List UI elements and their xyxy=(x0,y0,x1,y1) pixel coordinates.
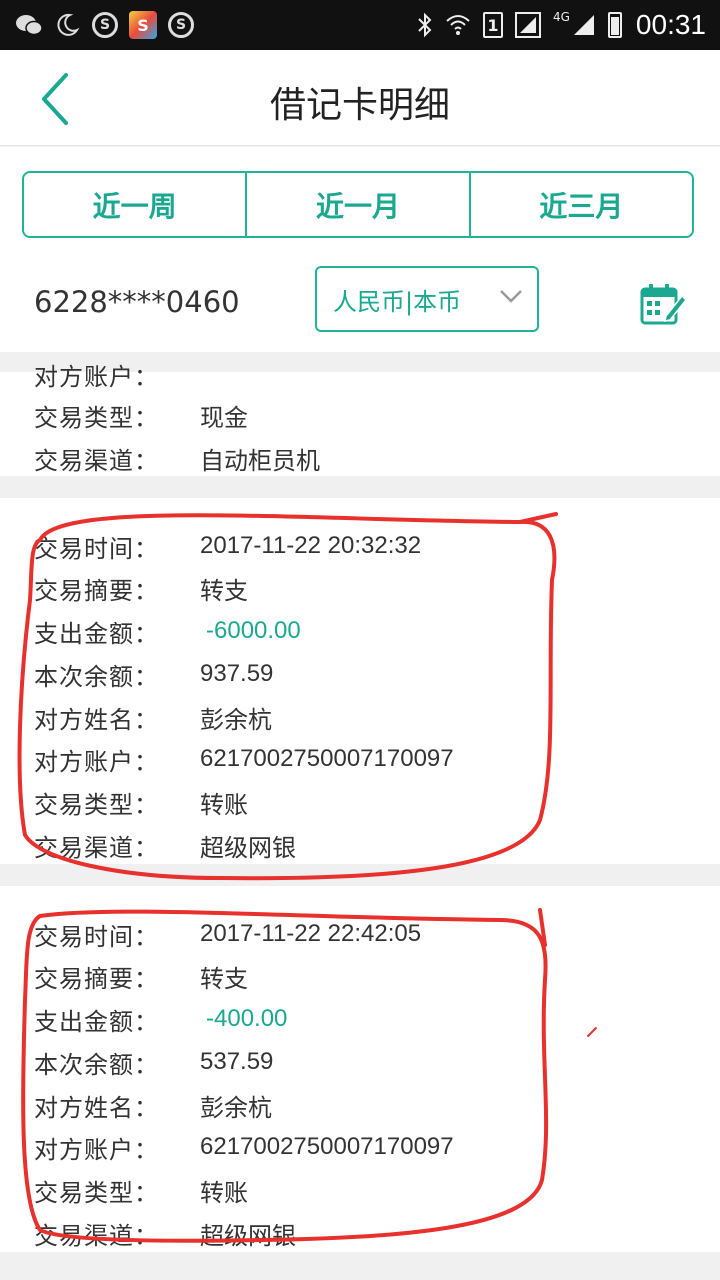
transaction-type: 转账 xyxy=(200,1178,248,1207)
transaction-type: 转账 xyxy=(200,790,248,819)
transaction-summary: 转支 xyxy=(200,576,248,605)
calendar-edit-icon[interactable] xyxy=(640,282,688,328)
transaction-card[interactable]: 交易时间： 2017-11-22 22:42:05 交易摘要： 转支 支出金额： -4… xyxy=(0,886,720,1252)
detail-row: 交易类型： 转账 xyxy=(34,1170,248,1210)
balance-value: 937.59 xyxy=(200,660,274,687)
detail-row: 交易时间： 2017-11-22 20:32:32 xyxy=(34,526,421,566)
detail-row: 对方姓名： 彭余杭 xyxy=(34,1085,272,1125)
system-icons: 1 4G 00:31 xyxy=(405,8,706,42)
field-label: 交易摘要： xyxy=(34,964,159,993)
card-number: 6228****0460 xyxy=(34,285,240,319)
field-label: 交易渠道： xyxy=(34,1221,159,1250)
field-label: 交易类型： xyxy=(34,790,159,819)
transaction-channel: 超级网银 xyxy=(200,833,296,862)
bluetooth-icon xyxy=(417,12,433,38)
moon-icon xyxy=(52,10,82,40)
counterparty-name: 彭余杭 xyxy=(200,1093,272,1122)
sogou-icon: S xyxy=(166,10,196,40)
detail-row: 本次余额： 537.59 xyxy=(34,1042,273,1082)
detail-row: 支出金额： -6000.00 xyxy=(34,611,301,651)
detail-row: 本次余额： 937.59 xyxy=(34,654,273,694)
clock: 00:31 xyxy=(635,9,706,40)
transaction-time: 2017-11-22 22:42:05 xyxy=(200,920,422,947)
tab-last-week[interactable]: 近一周 xyxy=(24,173,248,236)
sogou-icon: S xyxy=(90,10,120,40)
filter-area: 近一周 近一月 近三月 6228****0460 人民币|本币 xyxy=(0,147,720,352)
field-label: 交易渠道： xyxy=(34,833,159,862)
field-value: 自动柜员机 xyxy=(200,446,320,475)
field-label: 本次余额： xyxy=(34,1050,159,1079)
detail-row: 交易类型： 现金 xyxy=(34,395,248,435)
field-label: 对方账户： xyxy=(34,1135,159,1164)
field-label: 对方姓名： xyxy=(34,1093,159,1122)
field-label: 支出金额： xyxy=(34,619,159,648)
detail-row: 对方姓名： 彭余杭 xyxy=(34,697,272,737)
detail-row: 交易渠道： 超级网银 xyxy=(34,1213,296,1253)
counterparty-account: 6217002750007170097 xyxy=(200,745,454,772)
detail-row: 交易渠道： 超级网银 xyxy=(34,825,296,865)
detail-row: 对方账户： xyxy=(34,354,200,394)
detail-row: 交易类型： 转账 xyxy=(34,782,248,822)
expense-amount: -400.00 xyxy=(206,1005,288,1032)
detail-row: 交易渠道： 自动柜员机 xyxy=(34,438,320,478)
transaction-time: 2017-11-22 20:32:32 xyxy=(200,532,422,559)
detail-row: 交易摘要： 转支 xyxy=(34,568,248,608)
transaction-card[interactable]: 交易时间： 2017-11-22 20:32:32 交易摘要： 转支 支出金额： -6… xyxy=(0,498,720,864)
transaction-channel: 超级网银 xyxy=(200,1221,296,1250)
field-label: 对方账户： xyxy=(34,747,159,776)
balance-value: 537.59 xyxy=(200,1048,274,1075)
detail-row: 支出金额： -400.00 xyxy=(34,999,287,1039)
field-label: 对方姓名： xyxy=(34,705,159,734)
field-label: 对方账户： xyxy=(34,362,159,391)
detail-row: 对方账户： 6217002750007170097 xyxy=(34,1127,454,1167)
currency-select[interactable]: 人民币|本币 xyxy=(315,266,539,332)
field-label: 交易时间： xyxy=(34,922,159,951)
tab-last-month[interactable]: 近一月 xyxy=(247,173,471,236)
detail-row: 交易摘要： 转支 xyxy=(34,956,248,996)
battery-icon xyxy=(607,12,622,38)
field-label: 支出金额： xyxy=(34,1007,159,1036)
transaction-list[interactable]: 对方账户： 交易类型： 现金 交易渠道： 自动柜员机 交易时间： 2017-11-… xyxy=(0,352,720,1280)
tab-last-three-months[interactable]: 近三月 xyxy=(471,173,692,236)
notification-icons: S S S xyxy=(14,10,204,40)
currency-value: 人民币|本币 xyxy=(333,287,462,316)
sogou-app-icon: S xyxy=(128,10,158,40)
counterparty-account: 6217002750007170097 xyxy=(200,1133,454,1160)
page-title: 借记卡明细 xyxy=(269,85,450,126)
signal-icon xyxy=(514,12,541,38)
field-label: 交易摘要： xyxy=(34,576,159,605)
status-bar: S S S 1 4G 00:31 xyxy=(0,0,720,50)
transaction-summary: 转支 xyxy=(200,964,248,993)
field-value: 现金 xyxy=(200,403,248,432)
wifi-icon xyxy=(445,13,471,37)
counterparty-name: 彭余杭 xyxy=(200,705,272,734)
transaction-card[interactable]: 对方账户： 交易类型： 现金 交易渠道： 自动柜员机 xyxy=(0,363,720,478)
wechat-icon xyxy=(14,10,44,40)
field-label: 本次余额： xyxy=(34,662,159,691)
period-tabs: 近一周 近一月 近三月 xyxy=(22,171,694,238)
field-label: 交易类型： xyxy=(34,403,159,432)
sim-slot-badge: 1 xyxy=(482,12,503,38)
field-label: 交易时间： xyxy=(34,534,159,563)
expense-amount: -6000.00 xyxy=(206,617,301,644)
field-label: 交易渠道： xyxy=(34,446,159,475)
detail-row: 对方账户： 6217002750007170097 xyxy=(34,739,454,779)
field-label: 交易类型： xyxy=(34,1178,159,1207)
chevron-down-icon xyxy=(500,290,522,303)
network-type: 4G xyxy=(552,10,570,24)
detail-row: 交易时间： 2017-11-22 22:42:05 xyxy=(34,914,421,954)
app-header: 借记卡明细 xyxy=(0,50,720,146)
signal-strength-icon xyxy=(572,13,596,37)
